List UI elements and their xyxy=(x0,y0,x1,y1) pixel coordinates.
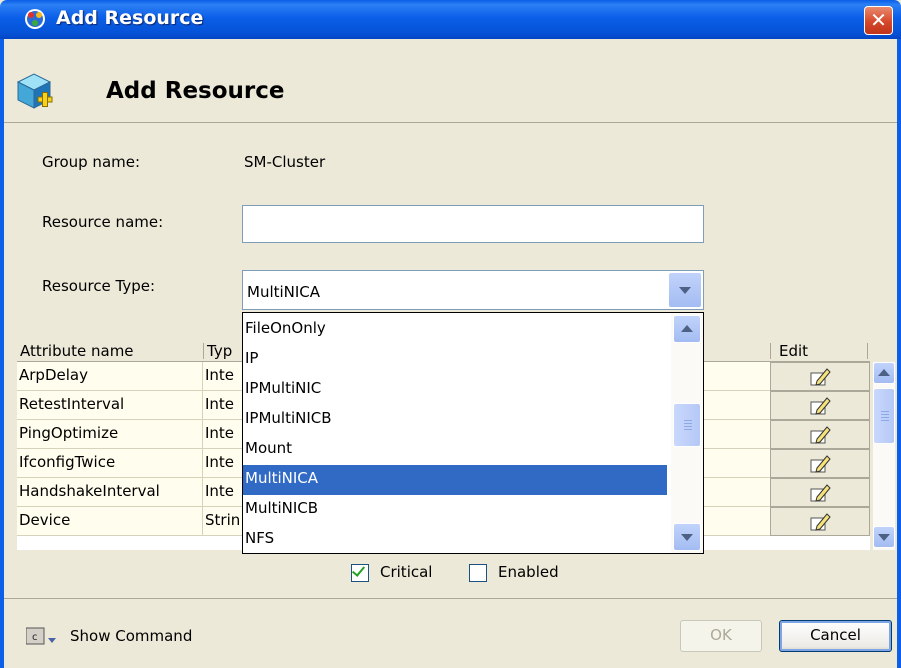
add-resource-cube-icon xyxy=(16,73,53,109)
edit-cell[interactable] xyxy=(770,420,870,449)
dropdown-option[interactable]: IP xyxy=(243,345,667,375)
cluster-app-icon xyxy=(25,9,45,29)
attribute-name-cell[interactable]: IfconfigTwice xyxy=(17,449,203,478)
footer-divider xyxy=(4,598,897,599)
dropdown-option[interactable]: IPMultiNICB xyxy=(243,405,667,435)
grip-line xyxy=(881,420,889,421)
header-divider xyxy=(4,122,897,123)
command-icon: c xyxy=(25,627,56,645)
dropdown-scroll-thumb[interactable] xyxy=(673,403,701,447)
window-title: Add Resource xyxy=(56,7,204,29)
dropdown-option[interactable]: FileOnOnly xyxy=(243,315,667,345)
enabled-checkbox[interactable] xyxy=(469,564,487,582)
attribute-name-cell[interactable]: Device xyxy=(17,507,203,536)
critical-checkbox[interactable] xyxy=(351,563,369,582)
resource-name-input[interactable] xyxy=(242,205,704,243)
close-icon: ✕ xyxy=(870,8,887,32)
window-frame-left xyxy=(0,39,4,668)
ok-button[interactable]: OK xyxy=(680,620,762,652)
group-name-label: Group name: xyxy=(42,153,141,171)
attribute-name-cell[interactable]: PingOptimize xyxy=(17,420,203,449)
resource-type-label: Resource Type: xyxy=(42,277,156,295)
chevron-up-icon xyxy=(878,369,890,376)
dropdown-option[interactable]: Mount xyxy=(243,435,667,465)
grip-line xyxy=(881,417,889,418)
combobox-dropdown-button[interactable] xyxy=(668,272,702,308)
resource-type-dropdown-list[interactable]: FileOnOnly IP IPMultiNIC IPMultiNICB Mou… xyxy=(242,312,704,554)
scroll-thumb[interactable] xyxy=(873,388,895,444)
edit-cell[interactable] xyxy=(770,507,870,536)
check-icon xyxy=(351,563,366,577)
show-command-button[interactable]: c xyxy=(25,626,62,646)
column-edit[interactable]: Edit xyxy=(779,342,808,360)
edit-cell[interactable] xyxy=(770,478,870,507)
grip-line xyxy=(684,429,692,430)
group-name-value: SM-Cluster xyxy=(244,153,326,171)
scroll-up-button[interactable] xyxy=(873,362,895,384)
edit-pencil-icon[interactable] xyxy=(809,483,831,503)
grip-line xyxy=(684,420,692,421)
dialog-heading: Add Resource xyxy=(106,78,285,104)
edit-pencil-icon[interactable] xyxy=(809,512,831,532)
dropdown-scroll-up-button[interactable] xyxy=(673,315,701,343)
column-separator[interactable] xyxy=(867,343,868,359)
column-attribute-name[interactable]: Attribute name xyxy=(20,342,134,360)
table-scrollbar[interactable] xyxy=(873,362,895,550)
chevron-up-icon xyxy=(681,325,693,332)
critical-label[interactable]: Critical xyxy=(380,563,432,581)
attribute-name-cell[interactable]: HandshakeInterval xyxy=(17,478,203,507)
grip-line xyxy=(881,414,889,415)
column-separator[interactable] xyxy=(203,343,204,359)
grip-line xyxy=(881,411,889,412)
title-bar[interactable]: Add Resource ✕ xyxy=(0,0,901,39)
chevron-down-icon xyxy=(681,534,693,541)
window-frame-right xyxy=(897,39,901,668)
chevron-down-icon xyxy=(878,534,890,541)
enabled-label[interactable]: Enabled xyxy=(498,563,559,581)
column-type[interactable]: Typ xyxy=(207,342,232,360)
cancel-button[interactable]: Cancel xyxy=(779,620,892,652)
close-button[interactable]: ✕ xyxy=(864,6,893,35)
resource-type-value: MultiNICA xyxy=(247,283,321,301)
attribute-name-cell[interactable]: RetestInterval xyxy=(17,391,203,420)
dropdown-scroll-down-button[interactable] xyxy=(673,523,701,551)
dropdown-option[interactable]: NFS xyxy=(243,525,667,555)
column-separator[interactable] xyxy=(770,343,771,359)
attribute-name-cell[interactable]: ArpDelay xyxy=(17,362,203,391)
svg-text:c: c xyxy=(32,632,38,643)
resource-name-label: Resource name: xyxy=(42,213,164,231)
edit-cell[interactable] xyxy=(770,391,870,420)
scroll-down-button[interactable] xyxy=(873,526,895,548)
edit-cell[interactable] xyxy=(770,449,870,478)
edit-pencil-icon[interactable] xyxy=(809,454,831,474)
grip-line xyxy=(684,426,692,427)
dropdown-scrollbar[interactable] xyxy=(671,313,703,553)
dropdown-option[interactable]: MultiNICB xyxy=(243,495,667,525)
edit-pencil-icon[interactable] xyxy=(809,396,831,416)
show-command-label[interactable]: Show Command xyxy=(70,627,192,645)
edit-cell[interactable] xyxy=(770,362,870,391)
resource-type-combobox[interactable]: MultiNICA xyxy=(242,270,704,310)
grip-line xyxy=(684,423,692,424)
dropdown-option-selected[interactable]: MultiNICA xyxy=(243,465,667,495)
chevron-down-icon xyxy=(679,287,691,294)
edit-pencil-icon[interactable] xyxy=(809,367,831,387)
dropdown-option[interactable]: IPMultiNIC xyxy=(243,375,667,405)
edit-pencil-icon[interactable] xyxy=(809,425,831,445)
